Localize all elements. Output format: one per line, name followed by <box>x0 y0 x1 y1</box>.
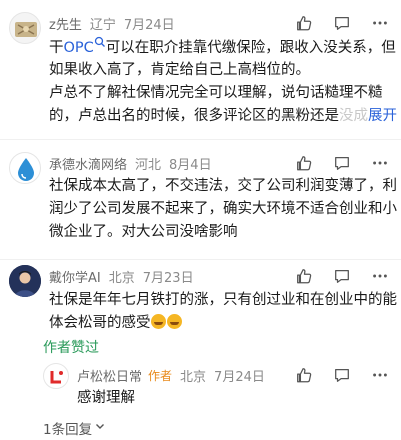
comment-item: 承德水滴网络 河北 8月4日 社保成本太高了，不交违法，交了公司利润变薄了，利 … <box>0 140 401 260</box>
reply-meta: 卢松松日常 作者 北京 7月24日 <box>77 365 265 385</box>
comment-icon[interactable] <box>333 14 351 32</box>
search-icon[interactable] <box>94 36 106 56</box>
comment-icon[interactable] <box>333 366 351 384</box>
comment-actions <box>295 12 389 34</box>
comment-meta: 承德水滴网络 河北 8月4日 <box>49 153 212 173</box>
faded-text: 没成 <box>339 108 368 124</box>
expand-link[interactable]: 展开 <box>368 108 397 124</box>
comment-meta: z先生 辽宁 7月24日 <box>49 13 175 33</box>
comment-text: 社保成本太高了，不交违法，交了公司利润变薄了，利 润少了公司发展不起来了，确实大… <box>49 175 397 244</box>
reply-actions <box>295 364 389 386</box>
reply-date: 7月24日 <box>214 369 265 385</box>
text-segment: 体会松哥的感受 <box>49 315 151 331</box>
comment-date: 7月24日 <box>123 17 175 33</box>
reply-name[interactable]: 卢松松日常 <box>77 366 142 385</box>
comment-meta: 戴你学AI 北京 7月23日 <box>49 266 194 286</box>
thumb-up-icon[interactable] <box>295 366 313 384</box>
comment-date: 8月4日 <box>169 157 212 173</box>
commenter-name[interactable]: 承德水滴网络 <box>49 154 127 173</box>
text-segment: 的，卢总出名的时候，很多评论区的黑粉还是 <box>49 108 339 124</box>
comment-location: 北京 <box>108 270 135 286</box>
grin-emoji-icon <box>150 314 166 329</box>
thumb-up-icon[interactable] <box>295 154 313 172</box>
commenter-name[interactable]: 戴你学AI <box>49 267 101 286</box>
avatar[interactable] <box>9 12 41 44</box>
comment-icon[interactable] <box>333 267 351 285</box>
comment-text: 社保是年年七月铁打的涨，只有创过业和在创业中的能 体会松哥的感受 <box>49 289 397 335</box>
author-tag: 作者 <box>148 368 173 383</box>
reply-avatar[interactable] <box>43 363 69 389</box>
comment-line: 的，卢总出名的时候，很多评论区的黑粉还是没成展开 <box>49 105 397 128</box>
comment-line: 润少了公司发展不起来了，确实大环境不适合创业和小 <box>49 201 397 217</box>
chevron-down-icon <box>94 420 106 436</box>
author-liked-label: 作者赞过 <box>43 340 99 356</box>
comment-line: 干OPC 可以在职介挂靠代缴保险，跟收入没关系，但 <box>49 36 397 59</box>
avatar[interactable] <box>9 152 41 184</box>
comment-location: 辽宁 <box>89 17 116 33</box>
comment-actions <box>295 152 389 174</box>
comment-actions <box>295 265 389 287</box>
thumb-up-icon[interactable] <box>295 267 313 285</box>
comment-icon[interactable] <box>333 154 351 172</box>
keyword-link[interactable]: OPC <box>64 40 94 56</box>
avatar[interactable] <box>9 265 41 297</box>
more-icon[interactable] <box>371 267 389 285</box>
comment-date: 7月23日 <box>142 270 194 286</box>
more-icon[interactable] <box>371 154 389 172</box>
text-segment: 干 <box>49 40 64 56</box>
comment-line: 如果收入高了，肯定给自己上高档位的。 <box>49 62 310 78</box>
grin-emoji-icon <box>166 314 182 329</box>
comment-item: 戴你学AI 北京 7月23日 社保是年年七月铁打的涨，只有创过业和在创业中的能 … <box>0 260 401 440</box>
comment-text: 干OPC 可以在职介挂靠代缴保险，跟收入没关系，但 如果收入高了，肯定给自己上高档… <box>49 36 397 128</box>
commenter-name[interactable]: z先生 <box>49 14 82 33</box>
comment-item: z先生 辽宁 7月24日 干OPC 可以在职介挂靠代缴保险，跟收入没关系，但 如果… <box>0 0 401 124</box>
text-segment: 可以在职介挂靠代缴保险，跟收入没关系，但 <box>105 40 396 56</box>
comment-location: 河北 <box>135 157 162 173</box>
comment-line: 微企业了。对大公司没啥影响 <box>49 224 238 240</box>
more-icon[interactable] <box>371 14 389 32</box>
more-icon[interactable] <box>371 366 389 384</box>
thumb-up-icon[interactable] <box>295 14 313 32</box>
comment-line: 卢总不了解社保情况完全可以理解，说句话糙理不糙 <box>49 85 383 101</box>
reply-count-label: 1条回复 <box>43 422 93 438</box>
reply-location: 北京 <box>180 369 207 385</box>
comment-line: 体会松哥的感受 <box>49 312 397 335</box>
reply-text: 感谢理解 <box>77 390 135 406</box>
comment-line: 社保是年年七月铁打的涨，只有创过业和在创业中的能 <box>49 292 397 308</box>
comment-line: 社保成本太高了，不交违法，交了公司利润变薄了，利 <box>49 178 397 194</box>
reply-count-button[interactable]: 1条回复 <box>43 418 106 438</box>
